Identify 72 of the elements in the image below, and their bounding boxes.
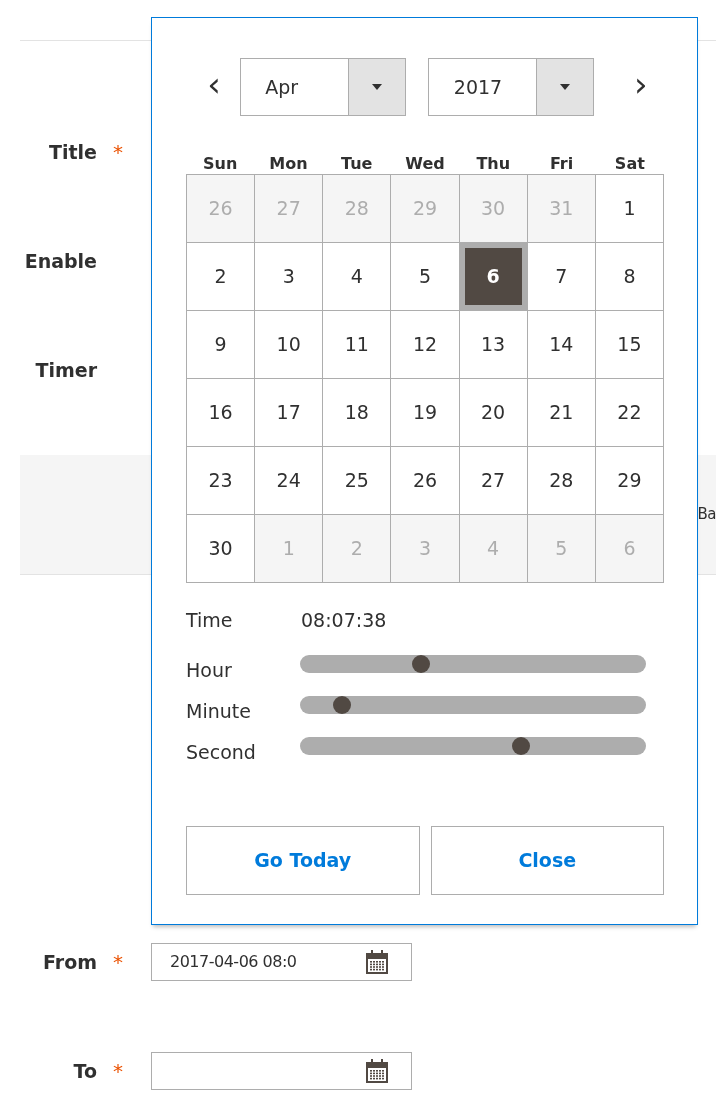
slider-label: Hour [186, 658, 233, 684]
field-label: To [73, 1059, 97, 1082]
date-input[interactable] [151, 1052, 412, 1090]
day-cell[interactable]: 1 [595, 175, 664, 243]
slider-label: Minute [186, 699, 252, 725]
day-cell[interactable]: 28 [527, 447, 596, 515]
close-button[interactable]: Close [430, 826, 664, 895]
year-value: 2017 [452, 74, 504, 100]
day-cell[interactable]: 12 [391, 311, 460, 379]
day-cell[interactable]: 29 [595, 447, 664, 515]
day-cell[interactable]: 14 [527, 311, 596, 379]
month-select[interactable]: Apr [240, 58, 406, 116]
field-label: Timer [35, 358, 97, 381]
slider-thumb[interactable] [332, 695, 351, 714]
day-cell[interactable]: 25 [323, 447, 392, 515]
slider-thumb[interactable] [412, 654, 431, 673]
day-cell[interactable]: 15 [595, 311, 664, 379]
required-asterisk: * [112, 1058, 124, 1085]
weekday-header: Thu [475, 153, 512, 175]
weekday-header: Sun [202, 153, 239, 175]
time-slider[interactable] [300, 654, 646, 673]
day-cell[interactable]: 6 [459, 243, 528, 311]
weekday-header: Wed [404, 153, 446, 175]
date-value: 2017-04-06 08:0 [170, 952, 297, 971]
time-value: 08:07:38 [301, 607, 387, 633]
field-label: Enable [24, 249, 97, 272]
day-cell[interactable]: 22 [595, 379, 664, 447]
day-cell[interactable]: 2 [187, 243, 256, 311]
required-asterisk: * [112, 949, 124, 976]
field-label: Title [49, 140, 97, 163]
calendar-icon[interactable] [365, 949, 389, 975]
day-cell[interactable]: 24 [255, 447, 324, 515]
time-label: Time [186, 607, 234, 633]
day-cell[interactable]: 19 [391, 379, 460, 447]
day-cell[interactable]: 5 [391, 243, 460, 311]
day-cell[interactable]: 17 [255, 379, 324, 447]
weekday-header: Fri [548, 153, 575, 175]
next-month-button[interactable]: › [618, 67, 663, 107]
section-label: Ba [697, 504, 716, 526]
slider-thumb[interactable] [512, 736, 531, 755]
day-cell[interactable]: 18 [323, 379, 392, 447]
day-cell[interactable]: 27 [459, 447, 528, 515]
dropdown-caret-icon [536, 59, 594, 115]
day-cell[interactable]: 16 [187, 379, 256, 447]
date-input[interactable]: 2017-04-06 08:0 [151, 943, 412, 981]
slider-label: Second [186, 740, 257, 766]
weekday-header: Tue [340, 153, 374, 175]
calendar-icon[interactable] [365, 1058, 389, 1084]
day-cell[interactable]: 11 [323, 311, 392, 379]
field-label: From [43, 950, 97, 973]
day-cell[interactable]: 13 [459, 311, 528, 379]
day-cell[interactable]: 30 [187, 515, 256, 583]
year-select[interactable]: 2017 [427, 58, 595, 116]
go-today-button[interactable]: Go Today [186, 826, 420, 895]
dropdown-caret-icon [347, 59, 405, 115]
day-cell[interactable]: 23 [187, 447, 256, 515]
day-cell[interactable]: 10 [255, 311, 324, 379]
weekday-header: Mon [268, 153, 309, 175]
day-cell[interactable]: 4 [323, 243, 392, 311]
day-cell[interactable]: 26 [391, 447, 460, 515]
day-cell[interactable]: 21 [527, 379, 596, 447]
time-slider[interactable] [300, 695, 646, 714]
day-cell[interactable]: 3 [255, 243, 324, 311]
day-cell[interactable]: 7 [527, 243, 596, 311]
required-asterisk: * [112, 139, 124, 166]
month-value: Apr [264, 74, 300, 100]
time-slider[interactable] [300, 736, 646, 755]
weekday-header: Sat [613, 153, 646, 175]
day-cell[interactable]: 9 [187, 311, 256, 379]
day-cell[interactable]: 20 [459, 379, 528, 447]
day-cell[interactable]: 8 [595, 243, 664, 311]
prev-month-button[interactable]: ‹ [186, 67, 243, 107]
